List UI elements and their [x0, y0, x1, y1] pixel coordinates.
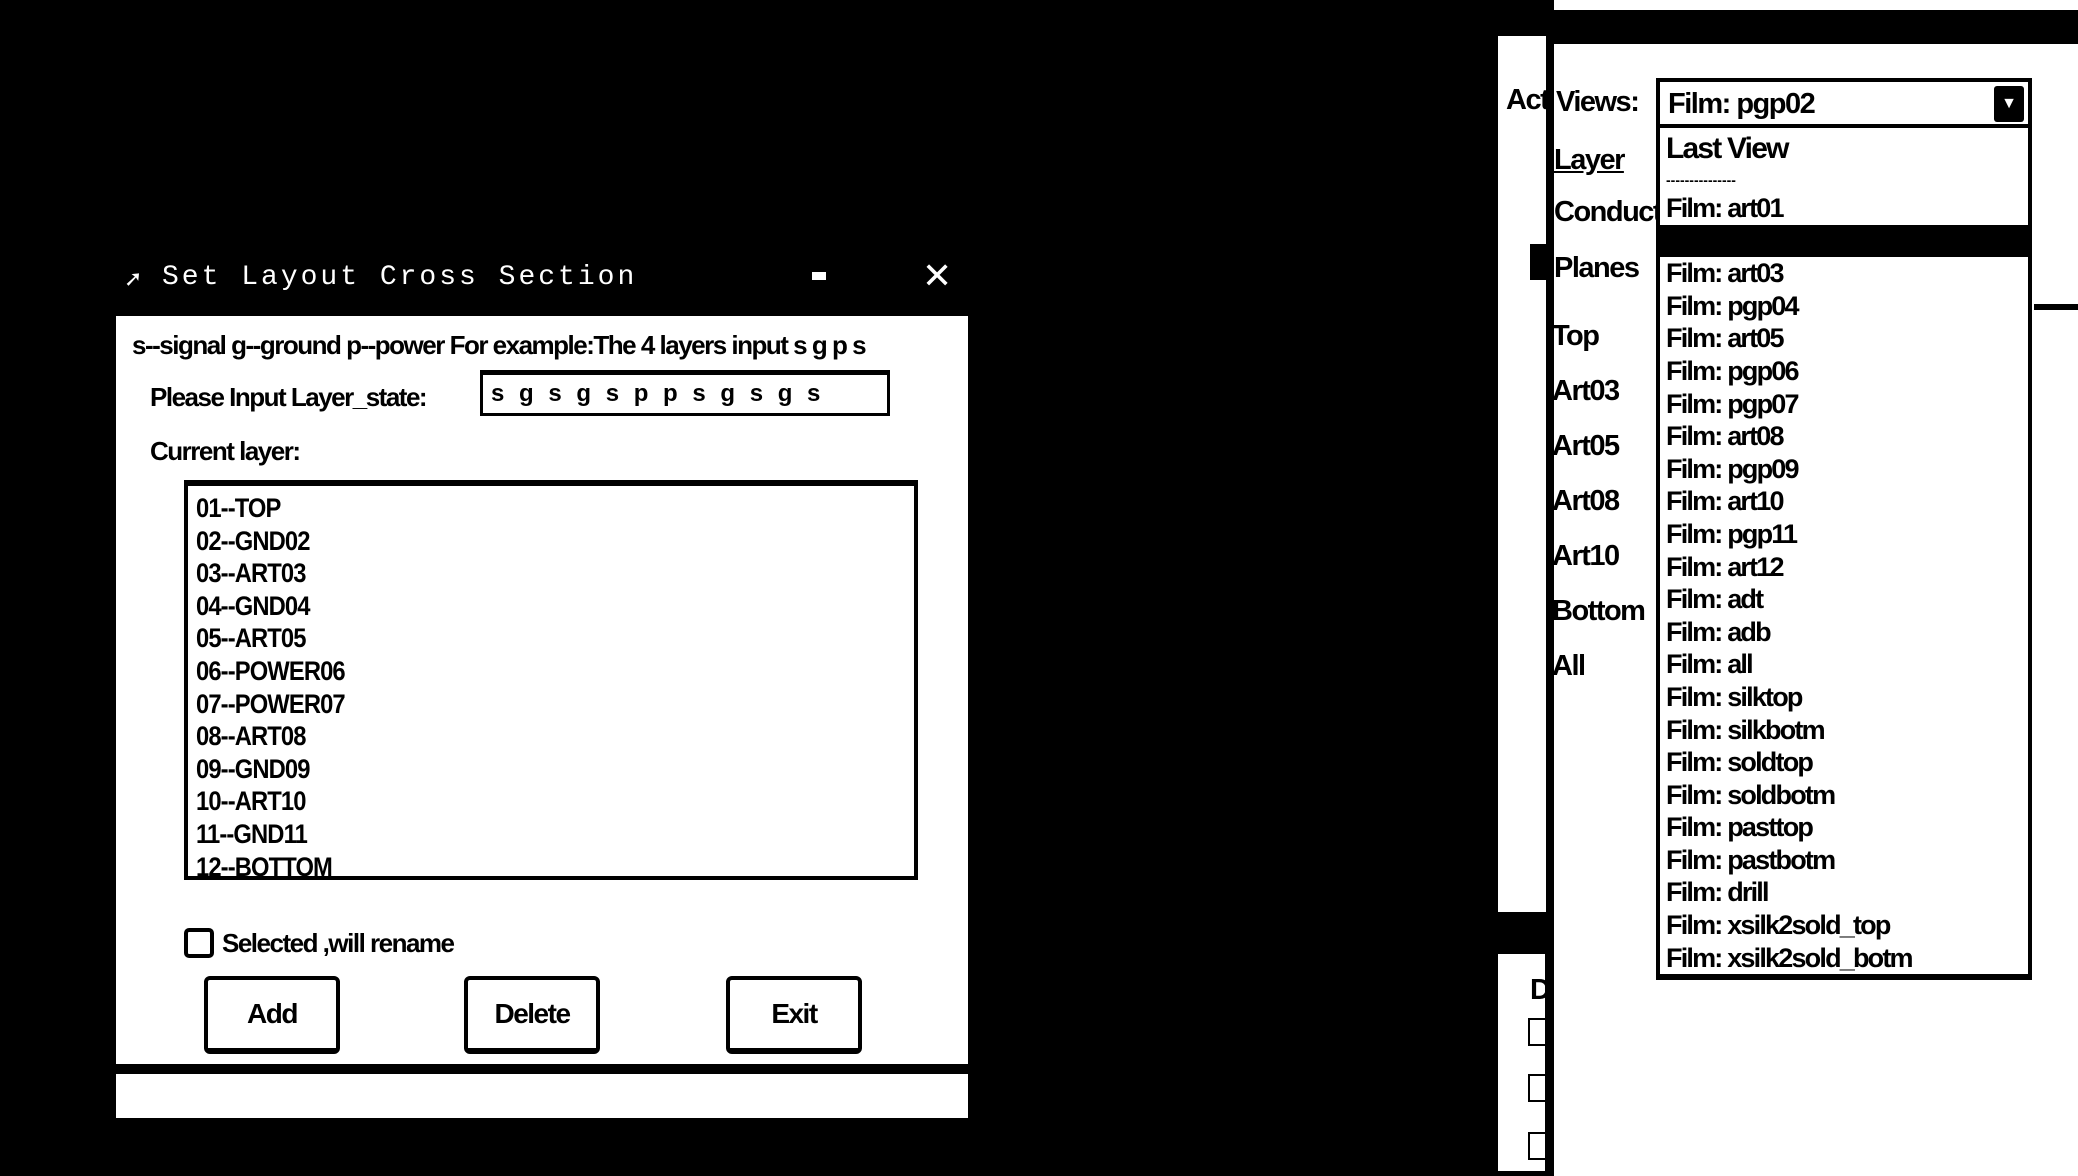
rename-checkbox-label: Selected ,will rename: [222, 928, 455, 958]
app-icon: ➚: [124, 266, 143, 291]
views-selected-value: Film: pgp02: [1668, 88, 1816, 120]
dropdown-option[interactable]: Last View: [1660, 128, 2028, 170]
chevron-down-icon[interactable]: ▼: [1994, 86, 2024, 122]
layer-list-item[interactable]: 11--GND11: [196, 818, 821, 851]
layer-list-item[interactable]: 04--GND04: [196, 590, 821, 623]
layer-item[interactable]: Art08: [1552, 485, 1620, 518]
lower-panel-header: [1490, 916, 1546, 954]
inner-panel-header: [1546, 10, 2078, 44]
dropdown-option[interactable]: Film: soldtop: [1660, 746, 2028, 779]
layer-tab[interactable]: Layer: [1554, 144, 1625, 177]
dropdown-option[interactable]: Film: pgp07: [1660, 388, 2028, 421]
layer-item[interactable]: Art03: [1552, 375, 1620, 408]
dropdown-option[interactable]: Film: xsilk2sold_top: [1660, 909, 2028, 942]
dropdown-option[interactable]: Film: silktop: [1660, 681, 2028, 714]
act-label: Act: [1506, 84, 1550, 116]
dropdown-option[interactable]: Film: pgp09: [1660, 453, 2028, 486]
dropdown-option[interactable]: Film: drill: [1660, 876, 2028, 909]
planes-checkbox[interactable]: [1530, 244, 1546, 280]
layer-state-label: Please Input Layer_state:: [150, 382, 428, 412]
dropdown-option[interactable]: Film: pastbotm: [1660, 844, 2028, 877]
views-label: Views:: [1554, 86, 1640, 119]
current-layer-label: Current layer:: [150, 436, 301, 466]
layer-list-item[interactable]: 05--ART05: [196, 622, 821, 655]
layer-list-item[interactable]: 01--TOP: [196, 492, 821, 525]
option-checkbox[interactable]: [1528, 1132, 1548, 1160]
rename-checkbox[interactable]: [184, 928, 214, 958]
dropdown-option[interactable]: Film: adb: [1660, 616, 2028, 649]
d-label: D: [1530, 974, 1551, 1006]
add-button[interactable]: Add: [204, 976, 340, 1054]
dropdown-separator: ---------------: [1666, 172, 1736, 188]
dropdown-option[interactable]: Film: silkbotm: [1660, 714, 2028, 747]
dropdown-option[interactable]: Film: pgp02: [1660, 224, 2028, 258]
dropdown-option[interactable]: Film: all: [1660, 648, 2028, 681]
dropdown-option[interactable]: Film: art08: [1660, 420, 2028, 453]
close-icon: ✕: [922, 256, 953, 297]
layer-listbox[interactable]: 01--TOP 02--GND02 03--ART03 04--GND04 05--AR…: [184, 480, 918, 882]
layer-list-item[interactable]: 06--POWER06: [196, 655, 821, 688]
layer-list-item[interactable]: 02--GND02: [196, 525, 821, 558]
dropdown-option[interactable]: Film: art05: [1660, 322, 2028, 355]
layer-item[interactable]: Art10: [1552, 540, 1620, 573]
dropdown-option[interactable]: Film: art01: [1660, 192, 2028, 225]
dropdown-option[interactable]: Film: pasttop: [1660, 811, 2028, 844]
layer-list-item[interactable]: 08--ART08: [196, 720, 821, 753]
minimize-button[interactable]: [812, 272, 826, 280]
dropdown-option[interactable]: Film: pgp11: [1660, 518, 2028, 551]
conduct-label: Conduct: [1554, 196, 1663, 228]
option-checkbox[interactable]: [1528, 1018, 1548, 1046]
dropdown-option[interactable]: Film: pgp06: [1660, 355, 2028, 388]
status-bar: [116, 1074, 968, 1118]
layer-state-input[interactable]: [480, 370, 890, 416]
dropdown-option[interactable]: Film: art10: [1660, 485, 2028, 518]
layer-list-item[interactable]: 12--BOTTOM: [196, 851, 821, 884]
hint-text: s--signal g--ground p--power For example…: [132, 330, 867, 360]
outer-panel-header: [1498, 0, 1546, 36]
dropdown-option[interactable]: Film: pgp04: [1660, 290, 2028, 323]
layer-list-item[interactable]: 03--ART03: [196, 557, 821, 590]
close-button[interactable]: ✕: [922, 256, 952, 297]
layer-list-item[interactable]: 07--POWER07: [196, 688, 821, 721]
layer-item[interactable]: Art05: [1552, 430, 1620, 463]
dropdown-option[interactable]: Film: soldbotm: [1660, 779, 2028, 812]
layer-list-item[interactable]: 10--ART10: [196, 785, 821, 818]
layer-list-item[interactable]: 09--GND09: [196, 753, 821, 786]
divider-line: [2034, 304, 2078, 310]
dialog-title: Set Layout Cross Section: [162, 262, 638, 293]
exit-button[interactable]: Exit: [726, 976, 862, 1054]
layer-item[interactable]: Top: [1552, 320, 1600, 353]
dropdown-option[interactable]: Film: xsilk2sold_botm: [1660, 942, 2028, 975]
layer-item[interactable]: Bottom: [1552, 595, 1646, 628]
planes-label: Planes: [1554, 252, 1640, 284]
option-checkbox[interactable]: [1528, 1074, 1548, 1102]
dialog-body: s--signal g--ground p--power For example…: [116, 316, 968, 1064]
views-dropdown[interactable]: Film: pgp02 ▼: [1656, 78, 2032, 128]
dropdown-option[interactable]: Film: adt: [1660, 583, 2028, 616]
layer-item[interactable]: All: [1552, 650, 1586, 683]
dropdown-option[interactable]: Film: art03: [1660, 257, 2028, 290]
delete-button[interactable]: Delete: [464, 976, 600, 1054]
views-dropdown-list[interactable]: Last View --------------- Film: art01 Film:…: [1656, 128, 2032, 980]
dropdown-option[interactable]: Film: art12: [1660, 551, 2028, 584]
